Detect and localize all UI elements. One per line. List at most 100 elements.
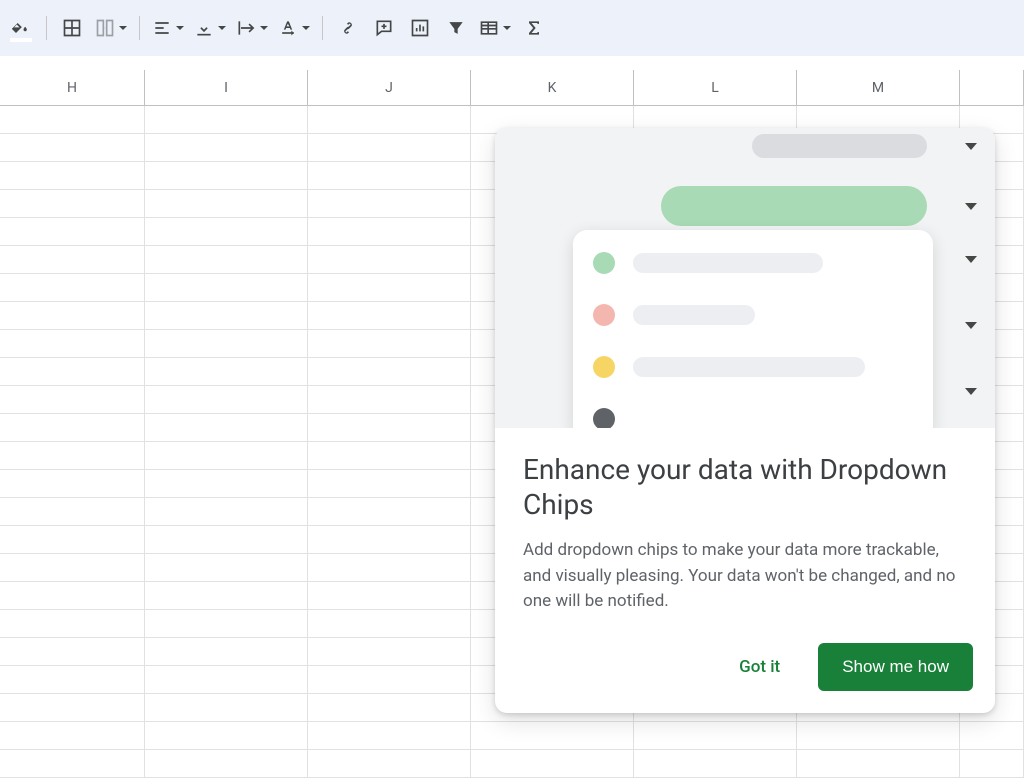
functions-button[interactable] (517, 10, 551, 46)
cell[interactable] (0, 106, 145, 134)
cell[interactable] (145, 302, 308, 330)
cell[interactable] (145, 190, 308, 218)
column-header-end[interactable] (960, 70, 1024, 105)
cell[interactable] (308, 246, 471, 274)
cell[interactable] (0, 526, 145, 554)
cell[interactable] (634, 722, 797, 750)
insert-chart-button[interactable] (403, 10, 437, 46)
cell[interactable] (308, 498, 471, 526)
cell[interactable] (145, 134, 308, 162)
cell[interactable] (308, 162, 471, 190)
cell[interactable] (308, 134, 471, 162)
cell[interactable] (308, 386, 471, 414)
cell[interactable] (145, 526, 308, 554)
illustration-dot (593, 356, 615, 378)
cell[interactable] (471, 722, 634, 750)
got-it-button[interactable]: Got it (723, 645, 796, 689)
text-wrap-button[interactable] (232, 10, 272, 46)
merge-icon (95, 18, 115, 38)
cell[interactable] (0, 722, 145, 750)
cell[interactable] (0, 554, 145, 582)
cell[interactable] (308, 218, 471, 246)
cell[interactable] (308, 554, 471, 582)
cell[interactable] (145, 442, 308, 470)
cell[interactable] (0, 610, 145, 638)
cell[interactable] (0, 498, 145, 526)
show-me-how-button[interactable]: Show me how (818, 643, 973, 691)
cell[interactable] (308, 638, 471, 666)
table-button[interactable] (475, 10, 515, 46)
cell[interactable] (145, 722, 308, 750)
cell[interactable] (0, 414, 145, 442)
cell[interactable] (308, 414, 471, 442)
cell[interactable] (145, 470, 308, 498)
insert-link-button[interactable] (331, 10, 365, 46)
cell[interactable] (308, 274, 471, 302)
borders-button[interactable] (55, 10, 89, 46)
cell[interactable] (145, 162, 308, 190)
column-headers: H I J K L M (0, 70, 1024, 106)
cell[interactable] (145, 358, 308, 386)
chart-icon (410, 18, 430, 38)
cell[interactable] (145, 554, 308, 582)
cell[interactable] (0, 358, 145, 386)
filter-button[interactable] (439, 10, 473, 46)
cell[interactable] (145, 638, 308, 666)
cell[interactable] (0, 442, 145, 470)
cell[interactable] (145, 218, 308, 246)
cell[interactable] (308, 610, 471, 638)
cell[interactable] (0, 274, 145, 302)
cell[interactable] (308, 358, 471, 386)
cell[interactable] (0, 330, 145, 358)
cell[interactable] (0, 246, 145, 274)
column-header-l[interactable]: L (634, 70, 797, 105)
cell[interactable] (308, 106, 471, 134)
cell[interactable] (145, 498, 308, 526)
column-header-m[interactable]: M (797, 70, 960, 105)
cell[interactable] (308, 442, 471, 470)
cell[interactable] (145, 386, 308, 414)
cell[interactable] (308, 190, 471, 218)
cell[interactable] (0, 386, 145, 414)
cell[interactable] (0, 302, 145, 330)
cell[interactable] (308, 302, 471, 330)
cell[interactable] (308, 722, 471, 750)
cell[interactable] (0, 666, 145, 694)
cell[interactable] (0, 694, 145, 722)
column-header-j[interactable]: J (308, 70, 471, 105)
cell[interactable] (960, 722, 1024, 750)
column-header-k[interactable]: K (471, 70, 634, 105)
horizontal-align-button[interactable] (148, 10, 188, 46)
cell[interactable] (145, 666, 308, 694)
cell[interactable] (308, 470, 471, 498)
column-header-i[interactable]: I (145, 70, 308, 105)
insert-comment-button[interactable] (367, 10, 401, 46)
cell[interactable] (0, 162, 145, 190)
cell[interactable] (145, 246, 308, 274)
cell[interactable] (145, 274, 308, 302)
cell[interactable] (0, 638, 145, 666)
cell[interactable] (0, 134, 145, 162)
cell[interactable] (0, 470, 145, 498)
cell[interactable] (145, 330, 308, 358)
cell[interactable] (797, 722, 960, 750)
cell[interactable] (0, 218, 145, 246)
cell[interactable] (308, 330, 471, 358)
column-header-h[interactable]: H (0, 70, 145, 105)
cell[interactable] (308, 666, 471, 694)
vertical-align-button[interactable] (190, 10, 230, 46)
cell[interactable] (308, 582, 471, 610)
cell[interactable] (0, 190, 145, 218)
illustration-dot (593, 252, 615, 274)
cell[interactable] (145, 610, 308, 638)
fill-color-button[interactable] (4, 10, 38, 46)
cell[interactable] (0, 582, 145, 610)
cell[interactable] (145, 582, 308, 610)
cell[interactable] (308, 694, 471, 722)
cell[interactable] (308, 526, 471, 554)
cell[interactable] (145, 414, 308, 442)
merge-cells-button[interactable] (91, 10, 131, 46)
cell[interactable] (145, 106, 308, 134)
cell[interactable] (145, 694, 308, 722)
text-rotation-button[interactable] (274, 10, 314, 46)
